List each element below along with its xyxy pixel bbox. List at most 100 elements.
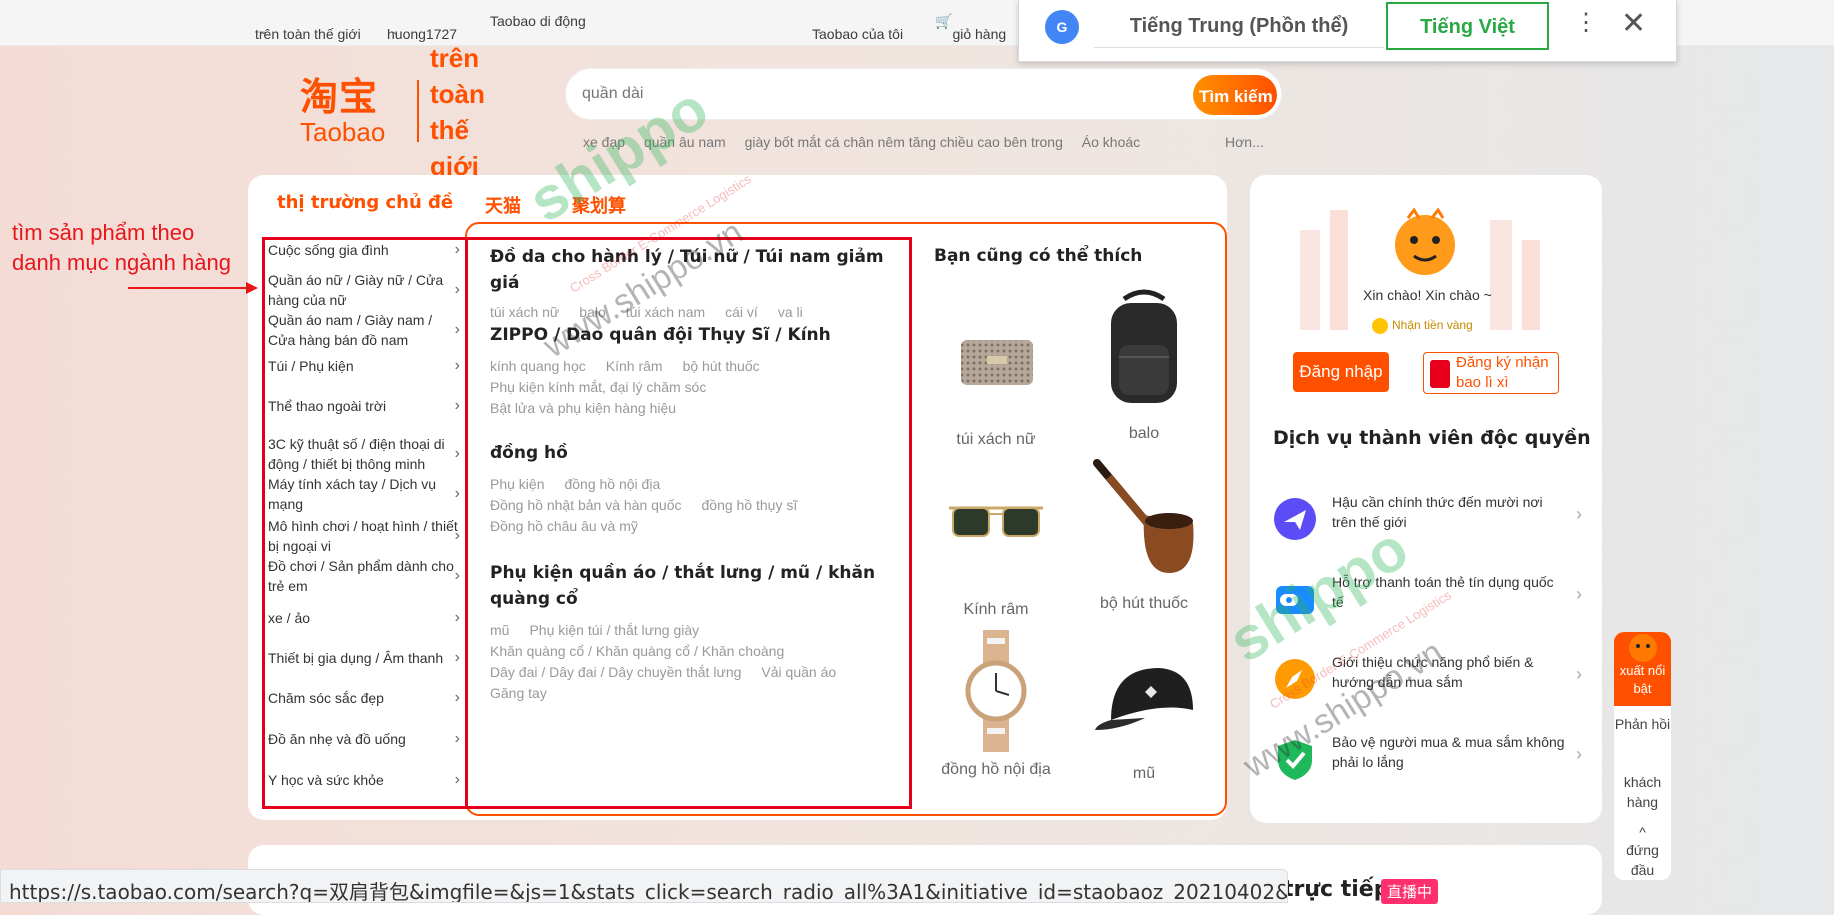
feedback-button[interactable]: Phản hồi [1614, 714, 1671, 754]
logo-cn-text: 淘宝 [300, 75, 379, 119]
subcategory-link[interactable]: bộ hút thuốc [683, 358, 760, 374]
subcategory-links: Phụ kiện đồng hồ nội địa Đồng hồ nhật bản… [490, 474, 890, 537]
category-item[interactable]: Y học và sức khỏe › [268, 770, 460, 790]
subcategory-link[interactable]: Dây đai / Dây đai / Dây chuyền thắt lưng [490, 664, 741, 680]
source-language-tab[interactable]: Tiếng Trung (Phồn thể) [1094, 0, 1384, 48]
hotword-link[interactable]: xe đạp [583, 134, 625, 150]
subcategory-link[interactable]: đồng hồ nội địa [564, 476, 660, 492]
category-label: Mô hình chơi / hoạt hình / thiết bị ngoạ… [268, 518, 458, 554]
category-label: Quần áo nam / Giày nam / Cửa hàng bán đồ… [268, 312, 433, 348]
back-to-top-button[interactable]: đứng đầu [1614, 840, 1671, 880]
logo-divider [417, 80, 419, 142]
cart-link[interactable]: 🛒 giỏ hàng [935, 13, 1006, 42]
category-label: xe / ảo [268, 610, 311, 626]
category-item[interactable]: xe / ảo › [268, 608, 460, 628]
category-item[interactable]: Chăm sóc sắc đẹp › [268, 688, 460, 708]
recommend-item[interactable]: balo [1079, 285, 1209, 443]
search-button[interactable]: Tìm kiếm [1193, 75, 1277, 115]
service-item[interactable]: Hậu cần chính thức đến mười nơi trên thế… [1272, 492, 1592, 548]
category-item[interactable]: 3C kỹ thuật số / điện thoại di động / th… [268, 434, 460, 474]
live-badge[interactable]: 直播中 [1381, 879, 1439, 904]
category-label: Cuộc sống gia đình [268, 242, 389, 258]
login-button[interactable]: Đăng nhập [1293, 352, 1389, 392]
subcategory-title[interactable]: ZIPPO / Dao quân đội Thụy Sĩ / Kính [490, 322, 890, 348]
recommend-item[interactable]: mũ [1079, 650, 1209, 783]
subcategory-link[interactable]: Vải quần áo [761, 664, 836, 680]
category-item[interactable]: Quần áo nam / Giày nam / Cửa hàng bán đồ… [268, 310, 460, 350]
category-item[interactable]: Quần áo nữ / Giày nữ / Cửa hàng của nữ › [268, 270, 460, 310]
recommend-item[interactable]: Kính râm [931, 470, 1061, 619]
recommend-item[interactable]: đồng hồ nội địa [931, 628, 1061, 779]
subcategory-link[interactable]: kính quang học [490, 358, 586, 374]
hotword-link[interactable]: giày bốt mắt cá chân nêm tăng chiều cao … [745, 134, 1063, 150]
subcategory-link[interactable]: va li [778, 304, 803, 320]
plane-icon [1274, 498, 1316, 540]
search-box: Tìm kiếm [565, 68, 1282, 120]
category-item[interactable]: Máy tính xách tay / Dịch vụ mạng › [268, 474, 460, 514]
subcategory-link[interactable]: cái ví [725, 304, 758, 320]
subcategory-link[interactable]: Phụ kiện kính mắt, đại lý chăm sóc [490, 379, 706, 395]
category-item[interactable]: Thể thao ngoài trời › [268, 396, 460, 416]
chevron-right-icon: › [454, 281, 460, 298]
subcategory-link[interactable]: Khăn quàng cổ / Khăn quàng cổ / Khăn cho… [490, 643, 784, 659]
logo-en-text: Taobao [300, 117, 386, 147]
live-section-title: trực tiếp [1283, 877, 1390, 902]
taobao-logo[interactable]: 淘宝 Taobao [300, 76, 402, 146]
close-icon[interactable]: ✕ [1621, 6, 1646, 41]
subcategory-link[interactable]: mũ [490, 622, 509, 638]
browser-status-bar: https://s.taobao.com/search?q=双肩背包&imgfi… [0, 869, 1288, 903]
category-item[interactable]: Mô hình chơi / hoạt hình / thiết bị ngoạ… [268, 516, 460, 556]
subcategory-group: ZIPPO / Dao quân đội Thụy Sĩ / Kính kính… [490, 322, 890, 419]
recommend-label: balo [1128, 425, 1160, 442]
subcategory-link[interactable]: Phụ kiện [490, 476, 544, 492]
category-item[interactable]: Túi / Phụ kiện › [268, 356, 460, 376]
subcategory-link[interactable]: Kính râm [606, 358, 663, 374]
service-item[interactable]: Bảo vệ người mua & mua sắm không phải lo… [1272, 732, 1592, 788]
subcategory-title[interactable]: Đồ da cho hành lý / Túi nữ / Túi nam giả… [490, 244, 890, 296]
tab-tmall[interactable]: 天猫 [485, 192, 521, 218]
hotword-link[interactable]: quần âu nam [644, 134, 726, 150]
chevron-right-icon: › [454, 321, 460, 338]
red-envelope-icon [1430, 360, 1450, 388]
subcategory-link[interactable]: đồng hồ thụy sĩ [702, 497, 798, 513]
service-text: Giới thiệu chức năng phổ biến & hướng dẫ… [1332, 654, 1534, 690]
chevron-right-icon: › [1576, 584, 1582, 604]
category-label: Đồ chơi / Sản phẩm dành cho trẻ em [268, 558, 454, 594]
hongbao-label: Đăng ký nhận bao lì xì [1456, 354, 1549, 391]
service-text: Bảo vệ người mua & mua sắm không phải lo… [1332, 734, 1565, 770]
recommend-item[interactable]: bộ hút thuốc [1079, 455, 1209, 613]
service-item[interactable]: Hỗ trợ thanh toán thẻ tín dụng quốc tế › [1272, 572, 1592, 628]
subcategory-link[interactable]: Đồng hồ nhật bản và hàn quốc [490, 497, 682, 513]
category-item[interactable]: Cuộc sống gia đình › [268, 240, 460, 260]
subcategory-link[interactable]: Đồng hồ châu âu và mỹ [490, 518, 638, 534]
subcategory-link[interactable]: balo [579, 304, 605, 320]
recommend-item[interactable]: túi xách nữ [931, 300, 1061, 449]
subcategory-link[interactable]: túi xách nữ [490, 304, 559, 320]
category-item[interactable]: Đồ ăn nhẹ và đồ uống › [268, 729, 460, 749]
google-translate-icon[interactable]: G [1045, 10, 1079, 44]
service-item[interactable]: Giới thiệu chức năng phổ biến & hướng dẫ… [1272, 652, 1592, 708]
subcategory-link[interactable]: Phụ kiện túi / thắt lưng giày [529, 622, 699, 638]
search-input[interactable] [580, 79, 1140, 109]
tab-juhuasuan[interactable]: 聚划算 [572, 192, 626, 218]
target-language-tab[interactable]: Tiếng Việt [1386, 2, 1549, 50]
subcategory-title[interactable]: Phụ kiện quần áo / thắt lưng / mũ / khăn… [490, 560, 890, 612]
subcategory-link[interactable]: Găng tay [490, 685, 547, 701]
subcategory-link[interactable]: túi xách nam [626, 304, 705, 320]
subcategory-title[interactable]: đồng hồ [490, 440, 890, 466]
more-options-icon[interactable]: ⋮ [1574, 8, 1598, 37]
tab-theme-market[interactable]: thị trường chủ đề [277, 192, 453, 213]
subcategory-group: đồng hồ Phụ kiện đồng hồ nội địa Đồng hồ … [490, 440, 890, 537]
category-item[interactable]: Đồ chơi / Sản phẩm dành cho trẻ em › [268, 556, 460, 596]
subcategory-link[interactable]: Bật lửa và phụ kiện hàng hiệu [490, 400, 676, 416]
chevron-right-icon: › [454, 241, 460, 258]
gold-coin-link[interactable]: Nhận tiền vàng [1372, 318, 1473, 334]
category-item[interactable]: Thiết bị gia dụng / Âm thanh › [268, 648, 460, 668]
customer-service-button[interactable]: khách hàng [1614, 772, 1671, 812]
mobile-link[interactable]: Taobao di động [490, 13, 586, 29]
hotword-link[interactable]: Áo khoác [1082, 134, 1140, 150]
hotword-more-link[interactable]: Hơn... [1225, 134, 1264, 150]
featured-label: xuất nổi bật [1619, 663, 1666, 696]
chevron-right-icon: › [454, 445, 460, 462]
pipe-icon [1093, 459, 1194, 573]
